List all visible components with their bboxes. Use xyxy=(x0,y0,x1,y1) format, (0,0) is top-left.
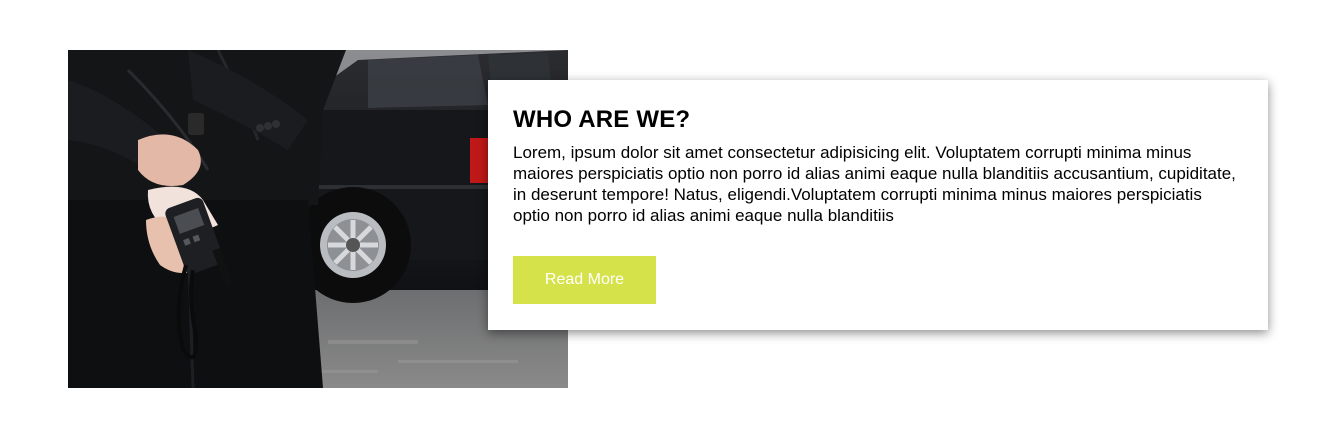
section-description: Lorem, ipsum dolor sit amet consectetur … xyxy=(513,143,1236,225)
who-are-we-card: WHO ARE WE? Lorem, ipsum dolor sit amet … xyxy=(488,80,1268,330)
section-title: WHO ARE WE? xyxy=(513,106,691,133)
read-more-button[interactable]: Read More xyxy=(513,256,656,304)
